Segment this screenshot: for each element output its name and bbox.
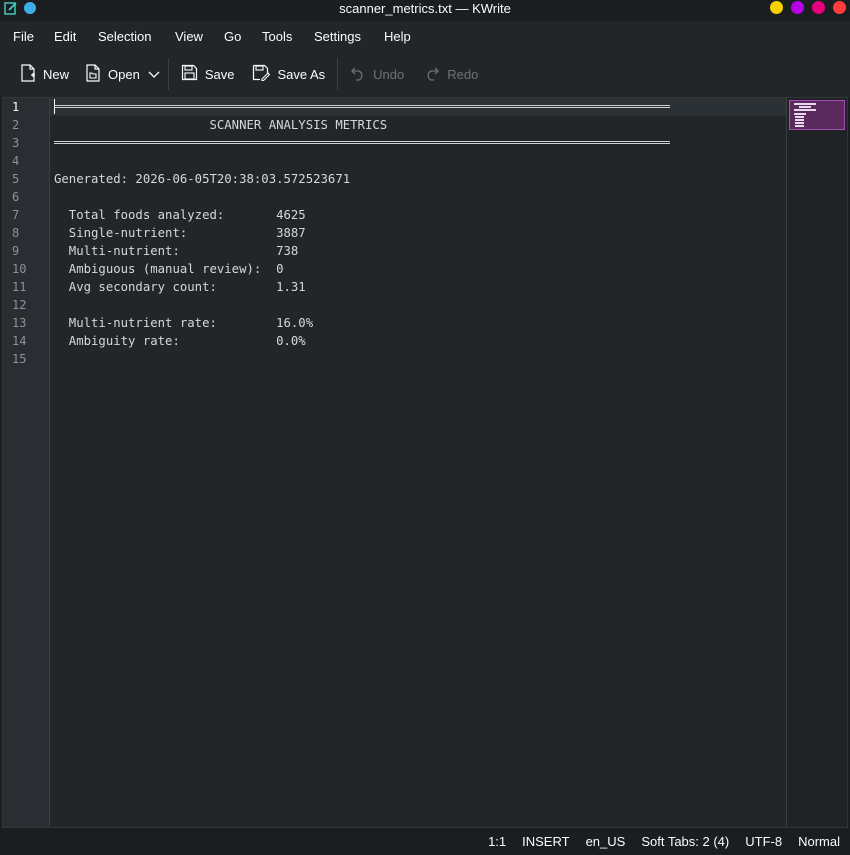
line-number: 14 [12, 334, 27, 348]
code-line: Ambiguity rate: 0.0% [54, 334, 306, 348]
line-number: 1 [12, 100, 20, 114]
main-toolbar: New Open Save Save As Undo Redo [0, 51, 850, 97]
redo-label: Redo [447, 66, 479, 82]
menu-bar: File Edit Selection View Go Tools Settin… [0, 21, 850, 51]
line-number: 11 [12, 280, 27, 294]
encoding-selector[interactable]: UTF-8 [745, 834, 782, 849]
status-bar: 1:1 INSERT en_US Soft Tabs: 2 (4) UTF-8 … [0, 828, 850, 855]
line-number: 4 [12, 154, 20, 168]
save-as-button[interactable]: Save As [246, 59, 331, 89]
undo-label: Undo [373, 66, 405, 82]
save-as-icon [252, 64, 271, 84]
toolbar-separator [167, 58, 169, 90]
menu-file[interactable]: File [13, 29, 34, 44]
line-number: 13 [12, 316, 27, 330]
open-document-icon [85, 63, 101, 85]
input-mode[interactable]: INSERT [522, 834, 569, 849]
code-line: Single-nutrient: 3887 [54, 226, 306, 240]
line-number: 15 [12, 352, 27, 366]
minimap-viewport[interactable] [789, 100, 845, 130]
open-recent-dropdown[interactable] [146, 59, 162, 89]
syntax-mode-selector[interactable]: Normal [798, 834, 840, 849]
open-label: Open [108, 66, 140, 82]
window-title: scanner_metrics.txt — KWrite [339, 1, 511, 16]
line-number: 2 [12, 118, 20, 132]
code-line: SCANNER ANALYSIS METRICS [54, 118, 388, 132]
minimap-scrollbar[interactable] [786, 98, 847, 827]
open-button[interactable]: Open [79, 59, 146, 89]
line-number: 10 [12, 262, 27, 276]
menu-help[interactable]: Help [384, 29, 411, 44]
text-cursor [54, 99, 55, 114]
menu-selection[interactable]: Selection [98, 29, 151, 44]
code-line: Multi-nutrient rate: 16.0% [54, 316, 314, 330]
code-line: Multi-nutrient: 738 [54, 244, 299, 258]
code-line: Avg secondary count: 1.31 [54, 280, 306, 294]
chevron-down-icon [148, 67, 160, 82]
undo-icon [350, 65, 366, 84]
keep-above-button[interactable] [770, 1, 783, 14]
code-line: Total foods analyzed: 4625 [54, 208, 306, 222]
save-button[interactable]: Save [175, 59, 241, 89]
toolbar-separator [337, 58, 339, 90]
menu-settings[interactable]: Settings [314, 29, 361, 44]
save-label: Save [204, 66, 235, 82]
minimize-button[interactable] [791, 1, 804, 14]
editor-view[interactable]: 1 2 3 4 5 6 7 8 9 10 11 12 13 14 15 SCAN… [2, 97, 848, 828]
new-button[interactable]: New [14, 59, 75, 89]
cursor-position[interactable]: 1:1 [488, 834, 506, 849]
save-icon [181, 64, 198, 84]
maximize-button[interactable] [812, 1, 825, 14]
new-document-icon [20, 63, 36, 85]
title-bar: scanner_metrics.txt — KWrite [0, 0, 850, 18]
indentation-settings[interactable]: Soft Tabs: 2 (4) [641, 834, 729, 849]
menu-tools[interactable]: Tools [262, 29, 292, 44]
redo-icon [424, 65, 440, 84]
line-number: 9 [12, 244, 20, 258]
double-rule-top [54, 105, 670, 108]
redo-button[interactable]: Redo [418, 59, 484, 89]
dictionary-language[interactable]: en_US [586, 834, 626, 849]
undo-button[interactable]: Undo [344, 59, 410, 89]
menu-edit[interactable]: Edit [54, 29, 76, 44]
line-number: 5 [12, 172, 20, 186]
menu-go[interactable]: Go [224, 29, 241, 44]
line-number: 3 [12, 136, 20, 150]
line-number: 8 [12, 226, 20, 240]
menu-view[interactable]: View [175, 29, 203, 44]
line-number-gutter[interactable]: 1 2 3 4 5 6 7 8 9 10 11 12 13 14 15 [3, 98, 50, 827]
double-rule-bottom [54, 141, 670, 144]
line-number: 6 [12, 190, 20, 204]
close-button[interactable] [833, 1, 846, 14]
line-number: 12 [12, 298, 27, 312]
save-as-label: Save As [277, 66, 326, 82]
line-number: 7 [12, 208, 20, 222]
code-line: Generated: 2026-06-05T20:38:03.572523671 [54, 172, 351, 186]
new-label: New [43, 66, 70, 82]
code-line: Ambiguous (manual review): 0 [54, 262, 284, 276]
